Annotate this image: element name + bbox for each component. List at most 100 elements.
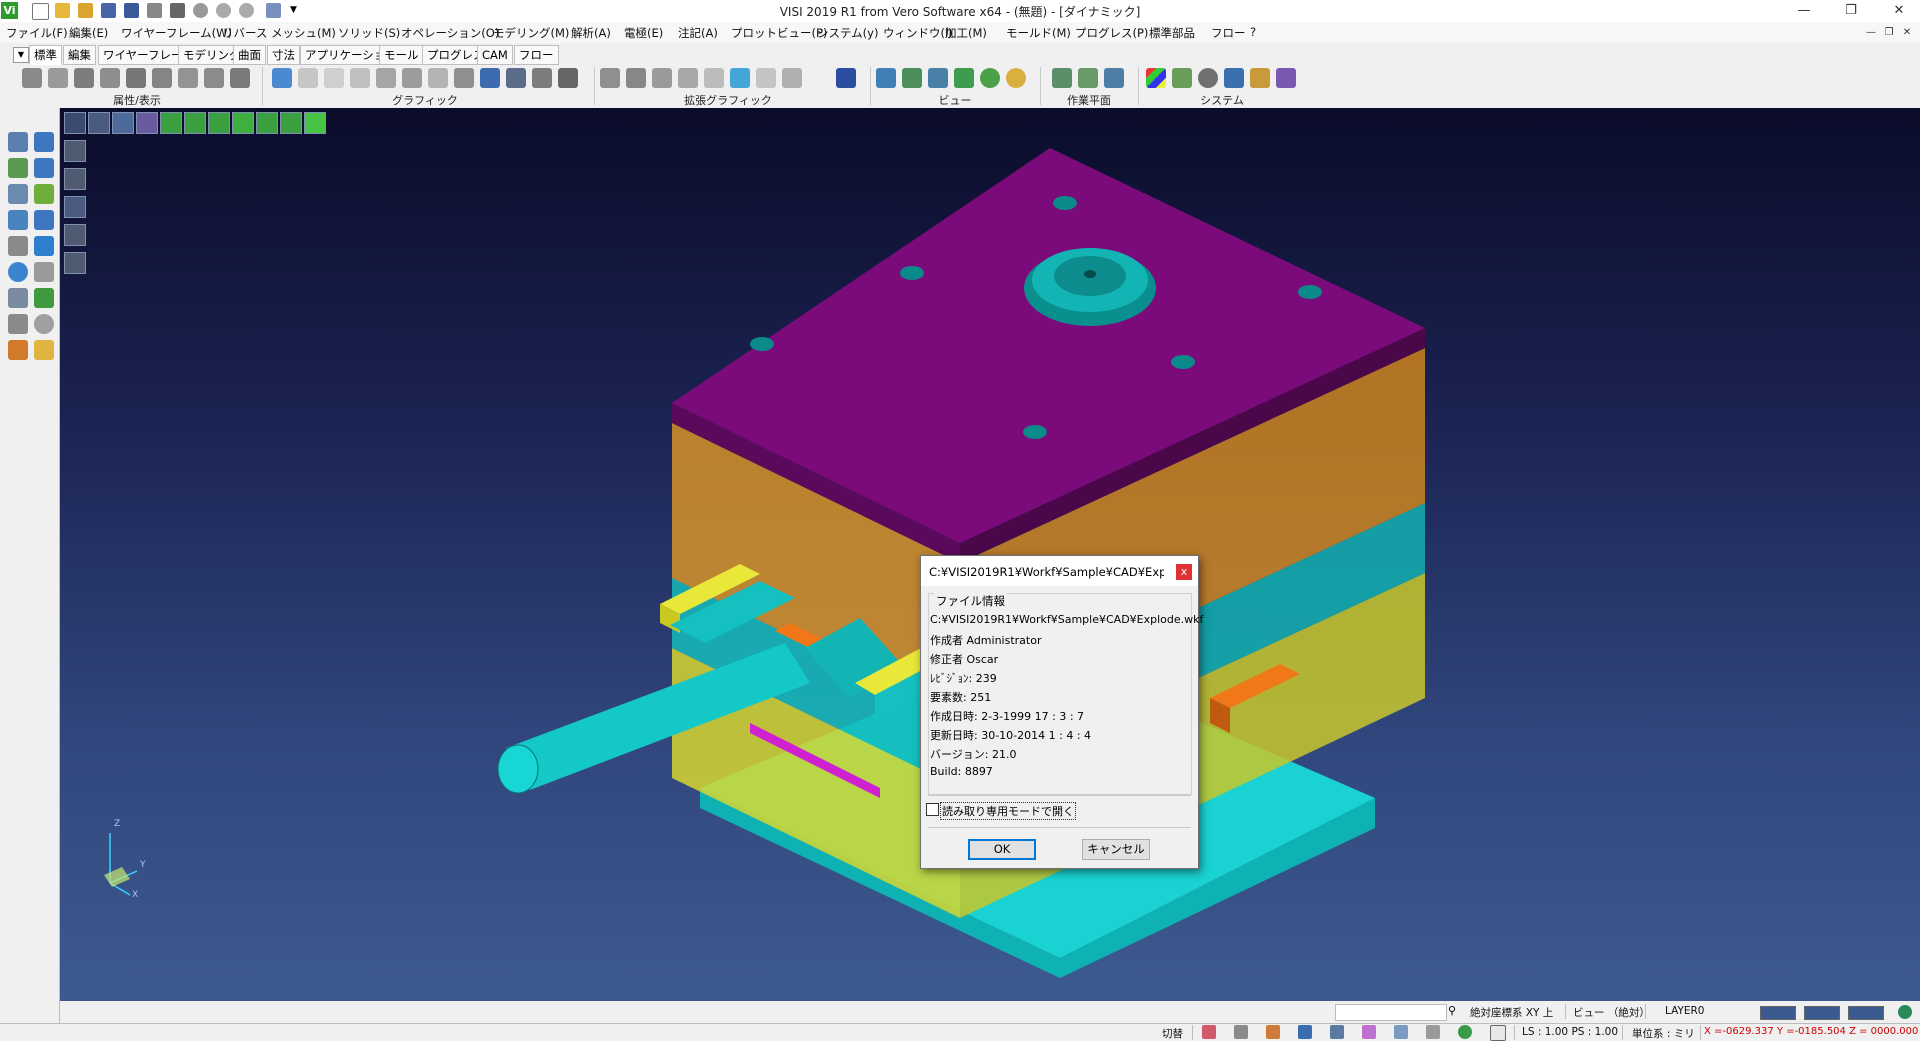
menu-machining[interactable]: 加工(M)	[945, 25, 987, 41]
ext-graphics-6-icon[interactable]	[730, 68, 750, 88]
swap-icon[interactable]	[178, 68, 198, 88]
system-display-icon[interactable]	[1224, 68, 1244, 88]
wire-icon[interactable]	[324, 68, 344, 88]
chain-icon[interactable]	[8, 236, 28, 256]
coordinate-system[interactable]: 絶対座標系 XY 上	[1470, 1005, 1553, 1020]
draw-icon[interactable]	[34, 210, 54, 230]
globe-icon[interactable]	[1898, 1005, 1912, 1019]
menu-modeling[interactable]: モデリング(M)	[493, 25, 569, 41]
menu-solid[interactable]: ソリッド(S)	[338, 25, 400, 41]
color-icon[interactable]	[48, 68, 68, 88]
ext-graphics-1-icon[interactable]	[600, 68, 620, 88]
delete-icon[interactable]	[8, 314, 28, 334]
dimension-icon[interactable]	[34, 288, 54, 308]
view-pan-icon[interactable]	[876, 68, 896, 88]
ext-graphics-8-icon[interactable]	[782, 68, 802, 88]
layer-color-swatch[interactable]	[1760, 1006, 1796, 1020]
status-tool-3-icon[interactable]	[1266, 1025, 1280, 1039]
linestyle-icon[interactable]	[74, 68, 94, 88]
cube-icon[interactable]	[34, 262, 54, 282]
workplane-1-icon[interactable]	[1052, 68, 1072, 88]
regenerate-icon[interactable]	[272, 68, 292, 88]
check-icon[interactable]	[34, 184, 54, 204]
curve-icon[interactable]	[8, 210, 28, 230]
search-box[interactable]	[1335, 1004, 1447, 1021]
tool-a-icon[interactable]	[8, 340, 28, 360]
refresh-icon[interactable]	[8, 262, 28, 282]
menu-annotation[interactable]: 注記(A)	[678, 25, 718, 41]
section-icon[interactable]	[454, 68, 474, 88]
status-tool-6-icon[interactable]	[1426, 1025, 1440, 1039]
visibility-icon[interactable]	[230, 68, 250, 88]
graphics-options-icon[interactable]	[480, 68, 500, 88]
ext-graphics-2-icon[interactable]	[626, 68, 646, 88]
status-help-icon[interactable]	[1298, 1025, 1312, 1039]
menu-window[interactable]: ウィンドウ(i)	[883, 25, 953, 41]
tab-cam[interactable]: CAM	[477, 45, 513, 65]
system-options-icon[interactable]	[1198, 68, 1218, 88]
linestyle-swatch[interactable]	[1804, 1006, 1840, 1020]
status-tool-5-icon[interactable]	[1394, 1025, 1408, 1039]
menu-wireframe[interactable]: ワイヤーフレーム(W)	[121, 25, 232, 41]
status-refresh-icon[interactable]	[1458, 1025, 1472, 1039]
workplane-2-icon[interactable]	[1078, 68, 1098, 88]
maximize-icon[interactable]: ❐	[1842, 2, 1860, 20]
minimize-icon[interactable]: —	[1795, 2, 1813, 20]
status-cube-icon[interactable]	[1362, 1025, 1376, 1039]
pick-icon[interactable]	[34, 132, 54, 152]
menu-flow[interactable]: フロー	[1211, 25, 1246, 41]
tab-standard[interactable]: 標準	[29, 45, 62, 65]
tab-flow[interactable]: フロー	[514, 45, 559, 65]
readonly-checkbox[interactable]	[926, 803, 939, 816]
system-grid-icon[interactable]	[1250, 68, 1270, 88]
hide-icon[interactable]	[152, 68, 172, 88]
transparent-icon[interactable]	[428, 68, 448, 88]
view-fit-icon[interactable]	[928, 68, 948, 88]
tab-surface[interactable]: 曲面	[233, 45, 266, 65]
readonly-label[interactable]: 読み取り専用モードで開く	[940, 802, 1076, 820]
menu-progress[interactable]: プログレス(P)	[1075, 25, 1148, 41]
mdi-restore-icon[interactable]: ❐	[1880, 24, 1898, 42]
tool-b-icon[interactable]	[34, 340, 54, 360]
layer-icon[interactable]	[100, 68, 120, 88]
render-icon[interactable]	[402, 68, 422, 88]
menu-system[interactable]: システム(y)	[817, 25, 878, 41]
menu-reverse[interactable]: リバース	[222, 25, 267, 41]
hidden-line-icon[interactable]	[350, 68, 370, 88]
menu-mold[interactable]: モールド(M)	[1006, 25, 1071, 41]
ext-graphics-9-icon[interactable]	[836, 68, 856, 88]
dialog-close-icon[interactable]: x	[1176, 564, 1192, 580]
view-dynamic-icon[interactable]	[980, 68, 1000, 88]
tab-dimension[interactable]: 寸法	[267, 45, 300, 65]
view-face-icon[interactable]	[1006, 68, 1026, 88]
status-tool-4-icon[interactable]	[1330, 1025, 1344, 1039]
menu-analysis[interactable]: 解析(A)	[571, 25, 611, 41]
system-license-icon[interactable]	[1276, 68, 1296, 88]
search-icon[interactable]: ⚲	[1448, 1004, 1456, 1017]
view-zoom-icon[interactable]	[902, 68, 922, 88]
system-config-icon[interactable]	[1172, 68, 1192, 88]
box-select-icon[interactable]	[8, 158, 28, 178]
ok-button[interactable]: OK	[968, 839, 1036, 860]
menu-electrode[interactable]: 電極(E)	[624, 25, 663, 41]
measure-icon[interactable]	[34, 158, 54, 178]
ext-graphics-5-icon[interactable]	[704, 68, 724, 88]
plane-icon[interactable]	[34, 236, 54, 256]
menu-plotview[interactable]: プロットビュー(P)	[731, 25, 827, 41]
menu-help[interactable]: ?	[1250, 25, 1256, 39]
workplane-3-icon[interactable]	[1104, 68, 1124, 88]
close-window-icon[interactable]: ✕	[1890, 2, 1908, 20]
system-palette-icon[interactable]	[1146, 68, 1166, 88]
menu-mesh[interactable]: メッシュ(M)	[271, 25, 336, 41]
shaded-edges-icon[interactable]	[376, 68, 396, 88]
view-mode[interactable]: ビュー （絶対）	[1573, 1005, 1650, 1020]
active-layer[interactable]: LAYER0	[1665, 1005, 1704, 1017]
ext-graphics-7-icon[interactable]	[756, 68, 776, 88]
show-icon[interactable]	[126, 68, 146, 88]
mdi-minimize-icon[interactable]: —	[1862, 24, 1880, 42]
undo-delete-icon[interactable]	[34, 314, 54, 334]
cube-view-icon[interactable]	[558, 68, 578, 88]
status-toggle[interactable]: 切替	[1162, 1026, 1183, 1041]
status-tool-2-icon[interactable]	[1234, 1025, 1248, 1039]
ext-graphics-3-icon[interactable]	[652, 68, 672, 88]
